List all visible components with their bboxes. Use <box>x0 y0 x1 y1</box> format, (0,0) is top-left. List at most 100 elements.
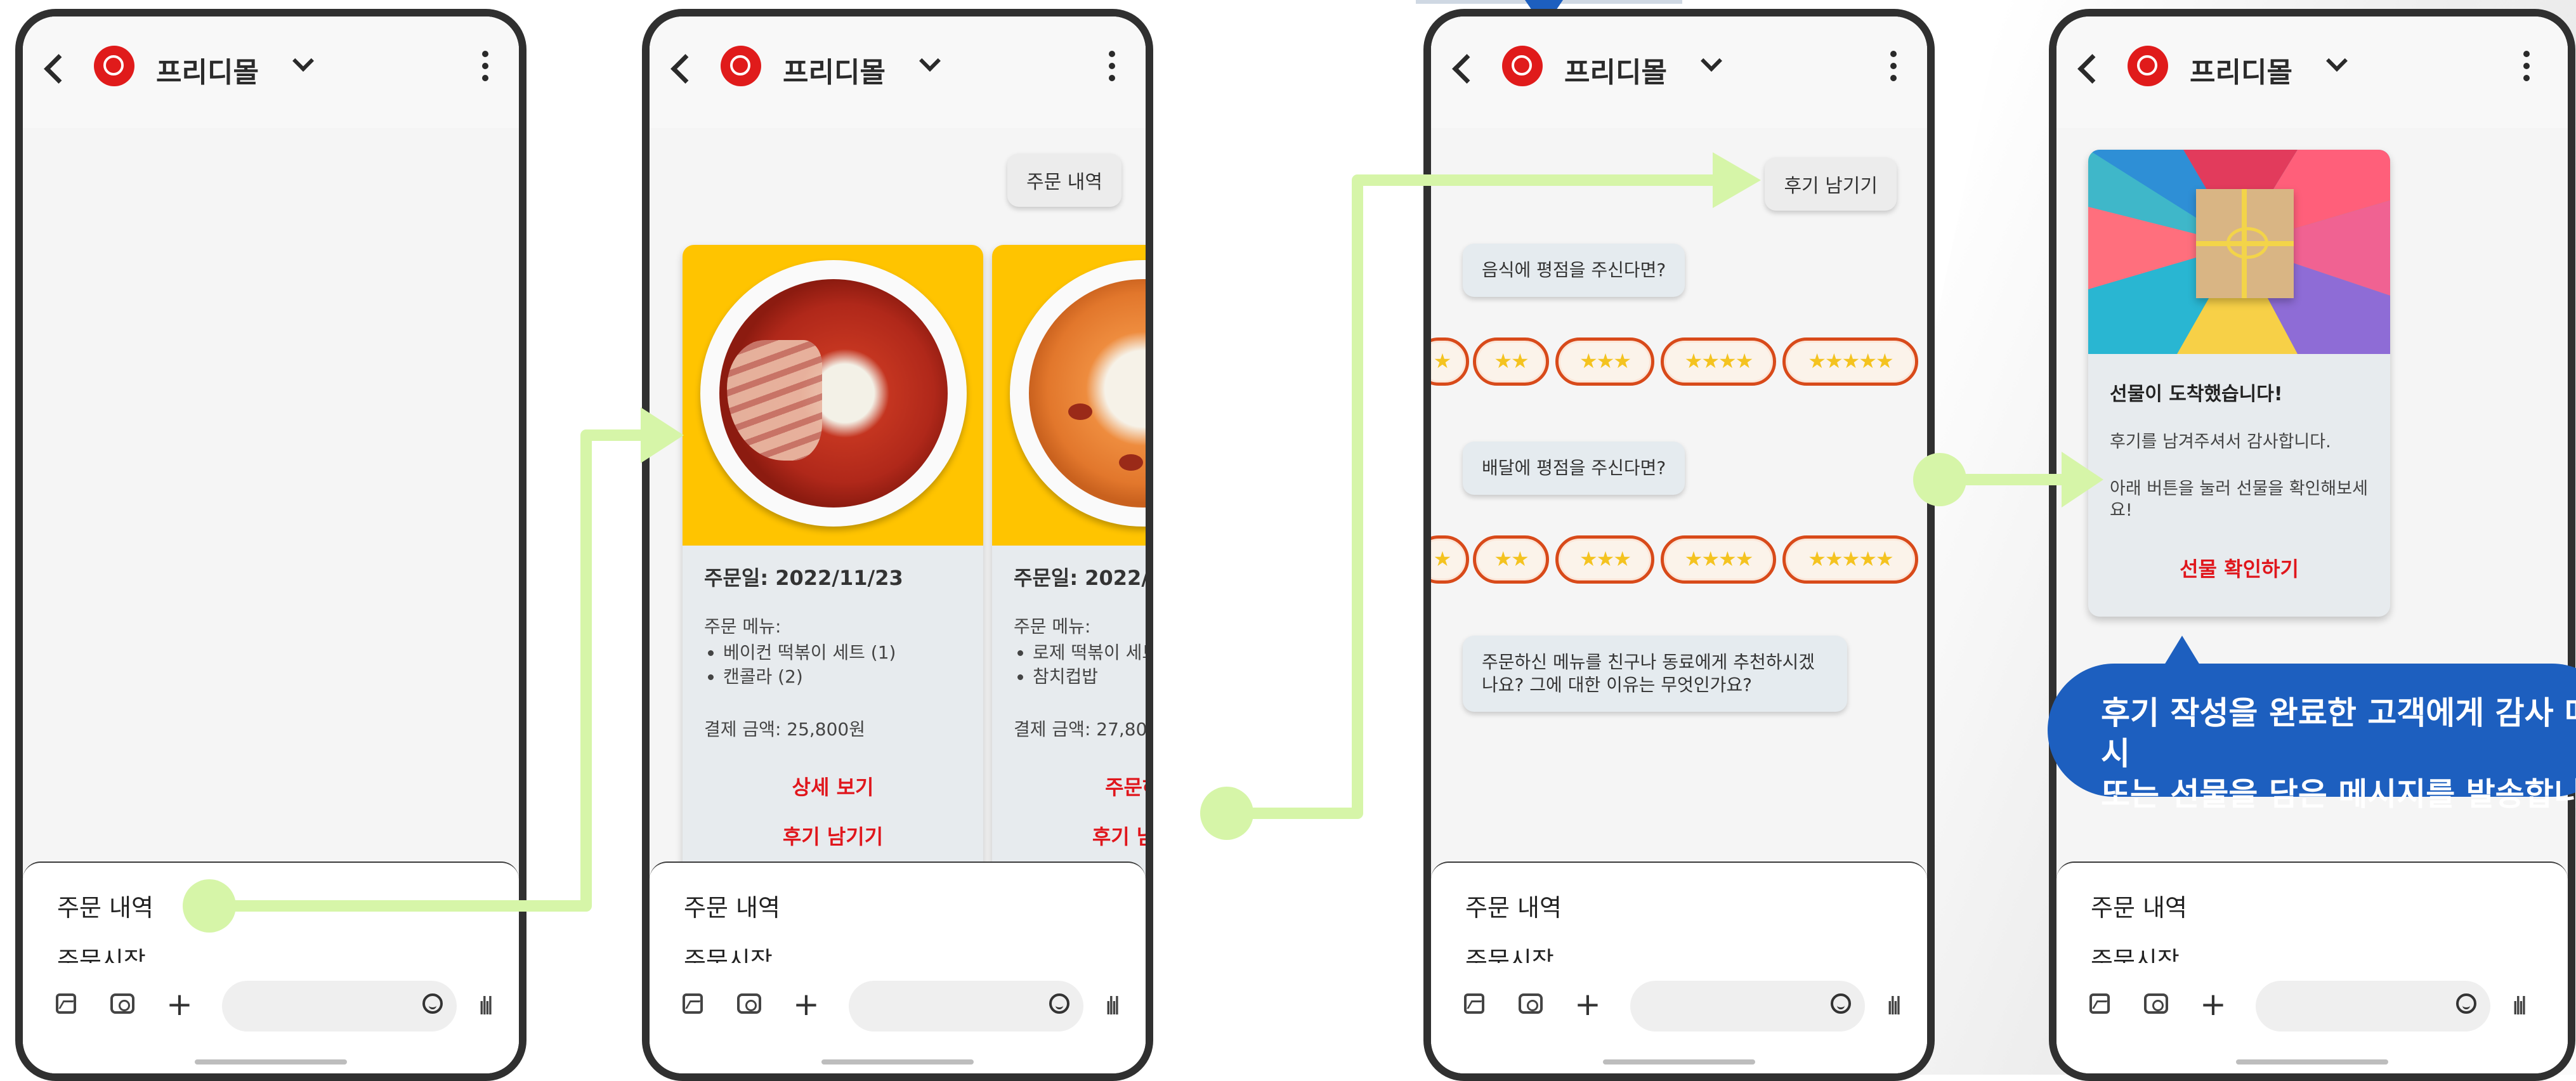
plus-icon[interactable]: + <box>166 988 193 1020</box>
rating-2-star-button[interactable]: ★★ <box>1473 535 1549 584</box>
user-message-bubble: 후기 남기기 <box>1765 157 1897 211</box>
rating-2-star-button[interactable]: ★★ <box>1473 337 1549 386</box>
message-input[interactable] <box>222 981 457 1032</box>
quick-reply-order-history[interactable]: 주문 내역 <box>1465 888 1562 923</box>
phone-screen-1: 프리디몰 주문 내역 주문시작 + ılıl <box>15 9 526 1081</box>
food-photo <box>992 245 1146 546</box>
menu-label: 주문 메뉴: <box>704 616 781 637</box>
composer-panel: 주문 내역 주문시작 + ılıl <box>23 862 519 1073</box>
order-date: 주문일: 2022/11/23 <box>704 566 903 590</box>
camera-icon[interactable] <box>2144 993 2168 1014</box>
composer-panel: 주문 내역 주문시작 + ılıl <box>1431 862 1927 1073</box>
gift-title: 선물이 도착했습니다! <box>2110 383 2283 405</box>
emoji-icon[interactable] <box>422 993 443 1014</box>
message-input[interactable] <box>1630 981 1865 1032</box>
order-date: 주문일: 2022/10/08 <box>1014 566 1149 590</box>
camera-icon[interactable] <box>737 993 761 1014</box>
bot-question-delivery-rating: 배달에 평점을 주신다면? <box>1463 442 1685 495</box>
bot-question-recommend: 주문하신 메뉴를 친구나 동료에게 추천하시겠나요? 그에 대한 이유는 무엇인… <box>1463 636 1847 712</box>
brand-name[interactable]: 프리디몰 <box>156 49 259 90</box>
back-arrow-icon[interactable] <box>670 54 700 84</box>
rating-1-star-button[interactable]: ★ <box>1431 337 1469 386</box>
description-callout: 후기 작성을 완료한 고객에게 감사 메시 또는 선물을 담은 메시지를 발송합… <box>2048 664 2576 813</box>
quick-reply-order-history[interactable]: 주문 내역 <box>57 888 154 923</box>
gallery-icon[interactable] <box>683 993 703 1014</box>
emoji-icon[interactable] <box>1831 993 1851 1014</box>
back-arrow-icon[interactable] <box>1452 54 1482 84</box>
check-gift-button[interactable]: 선물 확인하기 <box>2088 553 2390 582</box>
phone-screen-4: 프리디몰 선물이 도착했습니다! 후기를 남겨주셔서 감사합니다. 아래 버튼을… <box>2049 9 2575 1081</box>
menu-item: 참치컵밥 <box>1033 665 1146 689</box>
gallery-icon[interactable] <box>56 993 76 1014</box>
home-indicator <box>195 1059 347 1065</box>
emoji-icon[interactable] <box>1049 993 1069 1014</box>
plus-icon[interactable]: + <box>2200 988 2226 1020</box>
quick-reply-order-history[interactable]: 주문 내역 <box>2091 888 2187 923</box>
voice-icon[interactable]: ılıl <box>2512 992 2527 1020</box>
more-options-icon[interactable] <box>1109 51 1115 81</box>
brand-name[interactable]: 프리디몰 <box>1564 49 1667 90</box>
brand-logo <box>2128 46 2168 86</box>
menu-item: 로제 떡볶이 세트 (2) <box>1033 641 1146 665</box>
voice-icon[interactable]: ılıl <box>478 992 494 1020</box>
menu-item: 캔콜라 (2) <box>723 665 971 689</box>
more-options-icon[interactable] <box>2523 51 2530 81</box>
view-details-button[interactable]: 상세 보기 <box>683 771 983 801</box>
gallery-icon[interactable] <box>1464 993 1484 1014</box>
order-card: 주문일: 2022/11/23 주문 메뉴: 베이컨 떡볶이 세트 (1) 캔콜… <box>683 245 983 879</box>
quick-reply-start-order[interactable]: 주문시작 <box>684 944 773 963</box>
gallery-icon[interactable] <box>2089 993 2110 1014</box>
delivery-rating-options: ★ ★★ ★★★ ★★★★ ★★★★★ <box>1431 535 1927 589</box>
home-indicator <box>1603 1059 1755 1065</box>
menu-label: 주문 메뉴: <box>1014 616 1091 637</box>
menu-item: 베이컨 떡볶이 세트 (1) <box>723 641 971 665</box>
chevron-down-icon[interactable] <box>2326 50 2348 72</box>
quick-reply-order-history[interactable]: 주문 내역 <box>684 888 780 923</box>
back-arrow-icon[interactable] <box>44 54 74 84</box>
brand-name[interactable]: 프리디몰 <box>2190 49 2292 90</box>
chevron-down-icon[interactable] <box>1701 50 1722 72</box>
chevron-down-icon[interactable] <box>919 50 941 72</box>
voice-icon[interactable]: ılıl <box>1886 992 1902 1020</box>
leave-review-button[interactable]: 후기 남기기 <box>992 821 1146 850</box>
plus-icon[interactable]: + <box>1574 988 1601 1020</box>
emoji-icon[interactable] <box>2456 993 2476 1014</box>
order-card: 주문일: 2022/10/08 주문 메뉴: 로제 떡볶이 세트 (2) 참치컵… <box>992 245 1149 879</box>
voice-icon[interactable]: ılıl <box>1105 992 1120 1020</box>
phone-screen-3: 프리디몰 후기 남기기 음식에 평점을 주신다면? ★ ★★ ★★★ ★★★★ … <box>1423 9 1935 1081</box>
gift-thanks-text: 후기를 남겨주셔서 감사합니다. <box>2110 432 2331 452</box>
top-app-bar: 프리디몰 <box>23 16 519 128</box>
brand-logo <box>1502 46 1543 86</box>
gift-message-card: 선물이 도착했습니다! 후기를 남겨주셔서 감사합니다. 아래 버튼을 눌러 선… <box>2088 150 2390 617</box>
rating-4-star-button[interactable]: ★★★★ <box>1661 535 1776 584</box>
reorder-button[interactable]: 주문하기 <box>992 771 1146 801</box>
more-options-icon[interactable] <box>482 51 488 81</box>
camera-icon[interactable] <box>1519 993 1543 1014</box>
home-indicator <box>2236 1059 2388 1065</box>
gift-photo <box>2088 150 2390 354</box>
more-options-icon[interactable] <box>1890 51 1897 81</box>
gift-box <box>2196 189 2294 298</box>
rating-5-star-button[interactable]: ★★★★★ <box>1782 337 1918 386</box>
rating-1-star-button[interactable]: ★ <box>1431 535 1469 584</box>
rating-3-star-button[interactable]: ★★★ <box>1555 535 1654 584</box>
message-input[interactable] <box>849 981 1083 1032</box>
rating-3-star-button[interactable]: ★★★ <box>1555 337 1654 386</box>
rating-5-star-button[interactable]: ★★★★★ <box>1782 535 1918 584</box>
quick-reply-start-order[interactable]: 주문시작 <box>1465 944 1554 963</box>
phone-screen-2: 프리디몰 주문 내역 주문일: 2022/11/23 주문 메뉴: 베이컨 떡볶… <box>642 9 1153 1081</box>
gift-instruction-text: 아래 버튼을 눌러 선물을 확인해보세요! <box>2110 479 2368 520</box>
camera-icon[interactable] <box>110 993 134 1014</box>
top-app-bar: 프리디몰 <box>1431 16 1927 128</box>
home-indicator <box>821 1059 974 1065</box>
quick-reply-start-order[interactable]: 주문시작 <box>57 944 146 963</box>
chevron-down-icon[interactable] <box>292 50 314 72</box>
brand-name[interactable]: 프리디몰 <box>783 49 886 90</box>
leave-review-button[interactable]: 후기 남기기 <box>683 821 983 850</box>
quick-reply-start-order[interactable]: 주문시작 <box>2091 944 2180 963</box>
plus-icon[interactable]: + <box>793 988 820 1020</box>
back-arrow-icon[interactable] <box>2077 54 2107 84</box>
bot-question-food-rating: 음식에 평점을 주신다면? <box>1463 244 1685 297</box>
message-input[interactable] <box>2256 981 2490 1032</box>
rating-4-star-button[interactable]: ★★★★ <box>1661 337 1776 386</box>
